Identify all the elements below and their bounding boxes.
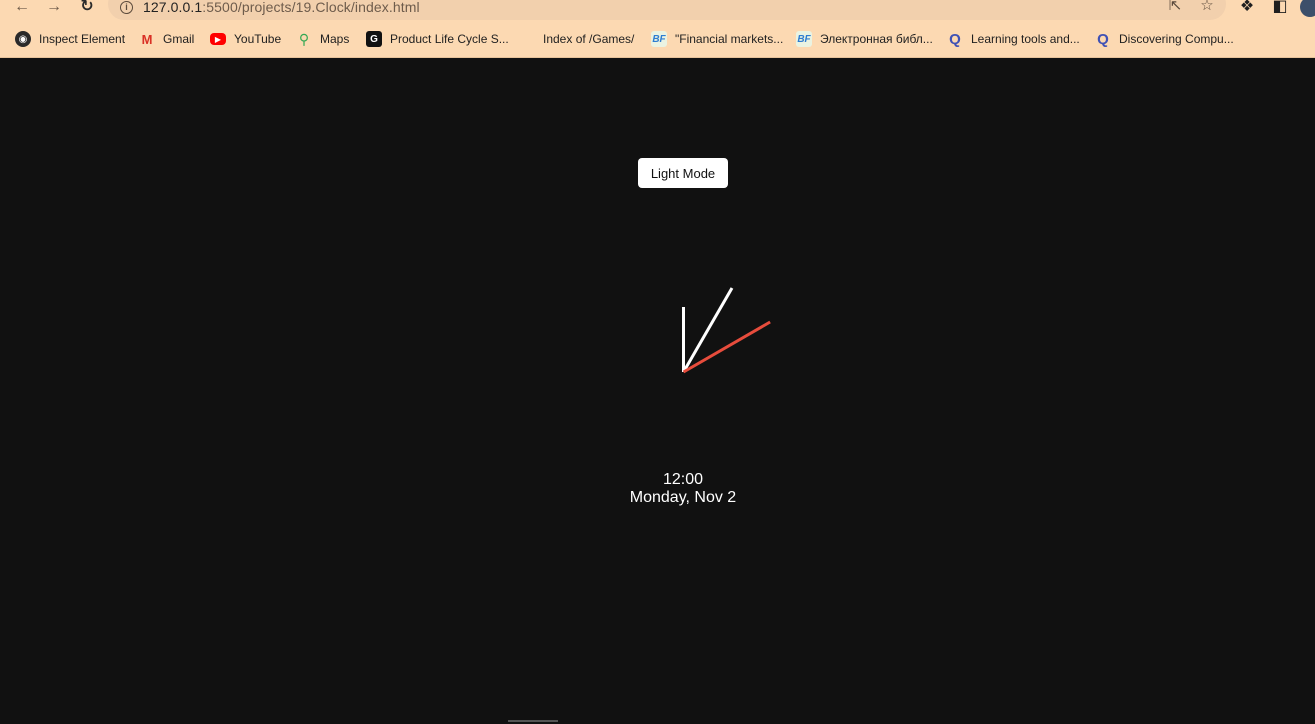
bookmark-label: YouTube <box>234 32 282 46</box>
bookmark-youtube[interactable]: ▶ YouTube <box>210 28 281 50</box>
bookmark-learning-tools[interactable]: Q Learning tools and... <box>947 28 1080 50</box>
bookmark-label: Product Life Cycle S... <box>390 32 509 46</box>
bookmark-inspect-element[interactable]: ◉ Inspect Element <box>15 28 125 50</box>
clock-page: Light Mode 12:00 Monday, Nov 2 <box>0 58 1315 724</box>
url-path: :5500/projects/19.Clock/index.html <box>202 0 420 15</box>
bookmark-star-icon[interactable]: ☆ <box>1198 0 1216 16</box>
bookmark-label: Learning tools and... <box>971 32 1080 46</box>
youtube-icon: ▶ <box>210 33 226 45</box>
url-text[interactable]: 127.0.0.1:5500/projects/19.Clock/index.h… <box>143 0 420 15</box>
back-arrow-icon[interactable]: ← <box>11 0 33 17</box>
browser-toolbar: ← → ↻ i 127.0.0.1:5500/projects/19.Clock… <box>0 0 1315 20</box>
minute-hand <box>682 287 734 373</box>
share-icon[interactable]: ⇱ <box>1166 0 1184 16</box>
bookmark-discovering-computers[interactable]: Q Discovering Compu... <box>1095 28 1234 50</box>
hour-hand <box>682 307 685 372</box>
q-icon: Q <box>949 30 961 48</box>
reload-icon[interactable]: ↻ <box>76 0 98 17</box>
bookmark-label: Maps <box>320 32 350 46</box>
bookmark-financial-markets[interactable]: BF "Financial markets... <box>651 28 783 50</box>
bookmark-product-life-cycle[interactable]: G Product Life Cycle S... <box>366 28 509 50</box>
bf-icon: BF <box>651 31 667 47</box>
extensions-puzzle-icon[interactable]: ❖ <box>1238 0 1256 17</box>
date-text: Monday, Nov 2 <box>629 489 737 506</box>
bookmarks-bar: ◉ Inspect Element M Gmail ▶ YouTube ⚲ Ma… <box>0 28 1315 50</box>
side-panel-icon[interactable]: ◧ <box>1271 0 1289 17</box>
analog-clock <box>583 272 783 472</box>
digital-time: 12:00 <box>662 471 704 488</box>
maps-icon: ⚲ <box>298 30 310 47</box>
url-host: 127.0.0.1 <box>143 0 203 15</box>
bookmark-index-games[interactable]: Index of /Games/ <box>543 28 634 50</box>
scrollbar-thumb[interactable] <box>508 720 558 722</box>
forward-arrow-icon[interactable]: → <box>43 0 65 17</box>
g-icon: G <box>366 31 382 47</box>
light-mode-toggle-button[interactable]: Light Mode <box>638 158 728 188</box>
bookmark-label: Index of /Games/ <box>543 32 635 46</box>
site-info-icon[interactable]: i <box>120 1 133 14</box>
bookmark-label: Discovering Compu... <box>1119 32 1234 46</box>
bookmark-label: "Financial markets... <box>675 32 784 46</box>
bookmark-label: Gmail <box>163 32 195 46</box>
bookmark-gmail[interactable]: M Gmail <box>139 28 195 50</box>
profile-avatar[interactable] <box>1300 0 1315 17</box>
bookmark-maps[interactable]: ⚲ Maps <box>296 28 349 50</box>
q-icon: Q <box>1097 30 1109 48</box>
globe-icon: ◉ <box>15 31 31 47</box>
address-bar[interactable]: i 127.0.0.1:5500/projects/19.Clock/index… <box>108 0 1226 20</box>
bf-icon: BF <box>796 31 812 47</box>
bookmark-label: Inspect Element <box>39 32 126 46</box>
bookmark-electronic-library[interactable]: BF Электронная библ... <box>796 28 933 50</box>
bookmark-label: Электронная библ... <box>820 32 933 46</box>
gmail-icon: M <box>141 31 153 47</box>
browser-chrome: ← → ↻ i 127.0.0.1:5500/projects/19.Clock… <box>0 0 1315 58</box>
